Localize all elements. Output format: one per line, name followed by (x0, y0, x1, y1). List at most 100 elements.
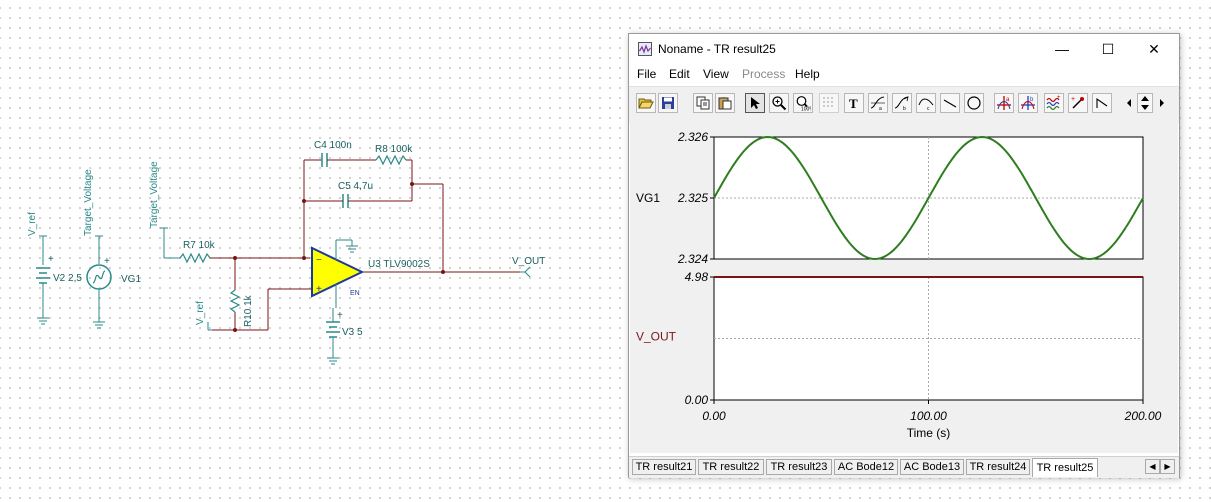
text-tool-button[interactable]: T (844, 93, 864, 113)
line-tool-button[interactable] (940, 93, 960, 113)
tab-label: TR result23 (770, 461, 828, 473)
v-ref-mid-label: V_ref (195, 301, 206, 325)
chevron-right-icon (1160, 99, 1164, 107)
cursor-b-button[interactable]: b (1018, 93, 1038, 113)
copy-button[interactable] (693, 93, 713, 113)
minimize-button[interactable]: — (1039, 34, 1085, 64)
up-down-arrows-icon (1141, 96, 1149, 110)
tab-scroll-right-icon: ▶ (1164, 462, 1171, 471)
paste-icon (718, 97, 732, 110)
close-button[interactable]: ✕ (1131, 34, 1177, 64)
curve-a-button[interactable]: a (868, 93, 888, 113)
tab-label: TR result24 (969, 461, 1027, 473)
menu-view[interactable]: View (703, 67, 729, 81)
svg-text:b: b (1030, 97, 1034, 103)
tabs-scroll-right-button[interactable]: ▶ (1160, 459, 1175, 474)
curve-c-button[interactable]: c (916, 93, 936, 113)
tabs-scroll-left-button[interactable]: ◀ (1145, 459, 1160, 474)
u3-opamp[interactable]: − + (311, 239, 365, 308)
zoom-in-icon (772, 96, 787, 111)
circle-icon (967, 96, 981, 110)
svg-text:b: b (903, 106, 906, 111)
curve-b-button[interactable]: b (892, 93, 912, 113)
open-button[interactable] (636, 93, 656, 113)
target-voltage-left-label: Target_Voltage (83, 169, 94, 236)
zoom-100-button[interactable]: 100% (793, 93, 813, 113)
tr-plot[interactable]: 2.326 2.325 2.324 4.98 0.00 0.00 100.00 200.00 V… (630, 123, 1178, 453)
svg-text:+: + (1071, 96, 1075, 103)
tr-result-window[interactable]: Noname - TR result25 — ☐ ✕ File Edit Vie… (628, 33, 1180, 478)
tab-tr-result24[interactable]: TR result24 (966, 459, 1030, 475)
grid-icon (823, 97, 833, 107)
tab-tr-result22[interactable]: TR result22 (698, 459, 764, 475)
text-icon: T (849, 96, 858, 110)
schematic-canvas[interactable]: V_ref V2 2,5 + Target_Voltage VG1 + Targ… (0, 0, 620, 502)
tab-tr-result21[interactable]: TR result21 (632, 459, 696, 475)
menu-file[interactable]: File (637, 67, 656, 81)
waveform-icon: + (1046, 95, 1061, 111)
paste-button[interactable] (715, 93, 735, 113)
maximize-button[interactable]: ☐ (1085, 34, 1131, 64)
toolbar-scroll-left[interactable] (1122, 93, 1136, 113)
tab-ac-bode13[interactable]: AC Bode13 (900, 459, 964, 475)
grid-button[interactable] (819, 93, 839, 113)
tab-tr-result23[interactable]: TR result23 (766, 459, 832, 475)
probe-button[interactable]: + (1068, 93, 1088, 113)
tab-label: AC Bode12 (837, 461, 895, 473)
r8-label: R8 100k (375, 144, 413, 155)
curve-a-icon: a (870, 96, 885, 111)
close-icon: ✕ (1148, 40, 1160, 57)
vout-axis-label: V_OUT (636, 330, 677, 344)
menu-process[interactable]: Process (742, 67, 785, 81)
title-bar[interactable]: Noname - TR result25 — ☐ ✕ (629, 34, 1179, 64)
save-button[interactable] (658, 93, 678, 113)
vg1-ytick-label: 2.325 (677, 191, 708, 205)
minimize-icon: — (1055, 41, 1069, 57)
menu-help[interactable]: Help (795, 67, 820, 81)
toolbar-scroll-right[interactable] (1155, 93, 1169, 113)
ramp-button[interactable] (1092, 93, 1112, 113)
vg1-plus: + (104, 256, 110, 267)
svg-text:+: + (1057, 95, 1061, 101)
zoom-in-button[interactable] (769, 93, 789, 113)
cursor-a-icon: a (997, 96, 1011, 110)
c5-label: C5 4,7u (338, 181, 373, 192)
toolbar-up-down-button[interactable] (1137, 93, 1153, 113)
tab-label: TR result22 (702, 461, 760, 473)
c5-capacitor[interactable] (336, 194, 358, 208)
zoom-100-icon: 100% (796, 96, 811, 111)
maximize-icon: ☐ (1101, 40, 1115, 57)
line-icon (943, 99, 957, 108)
vout-ytick-label: 0.00 (685, 393, 709, 407)
en-label: EN (350, 290, 360, 297)
toolbar: 100% T a b c a b + + (629, 86, 1179, 123)
c4-label: C4 100n (314, 140, 352, 151)
pointer-button[interactable] (745, 93, 765, 113)
tab-tr-result25[interactable]: TR result25 (1032, 458, 1098, 477)
v2-source[interactable] (36, 235, 50, 325)
tab-label: AC Bode13 (903, 461, 961, 473)
tab-ac-bode12[interactable]: AC Bode12 (834, 459, 898, 475)
vg1-axis-label: VG1 (636, 191, 660, 205)
vg1-label: VG1 (121, 274, 141, 285)
vg1-ytick-label: 2.326 (677, 130, 708, 144)
circle-tool-button[interactable] (964, 93, 984, 113)
r10-resistor[interactable] (229, 289, 241, 313)
c4-capacitor[interactable] (321, 153, 332, 167)
tab-label: TR result25 (1036, 462, 1094, 474)
save-icon (662, 97, 674, 109)
v-ref-left-label: V_ref (27, 212, 38, 236)
vg1-source[interactable] (86, 235, 112, 329)
menu-edit[interactable]: Edit (669, 67, 690, 81)
tab-label: TR result21 (635, 461, 693, 473)
r7-label: R7 10k (183, 240, 216, 251)
cursor-a-button[interactable]: a (994, 93, 1014, 113)
r8-resistor[interactable] (375, 154, 407, 166)
svg-text:a: a (1006, 97, 1010, 103)
v-out-label: V_OUT (512, 256, 545, 267)
v-out-terminal[interactable] (520, 266, 531, 278)
v3-plus: + (337, 310, 343, 321)
waveform-button[interactable]: + (1044, 93, 1064, 113)
plot-area[interactable]: 2.326 2.325 2.324 4.98 0.00 0.00 100.00 200.00 V… (630, 123, 1178, 453)
ramp-icon (1096, 97, 1108, 108)
